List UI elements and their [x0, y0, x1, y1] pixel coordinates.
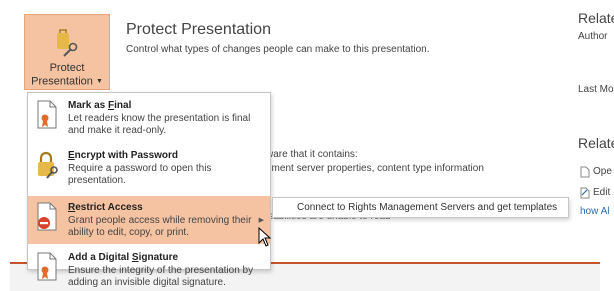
restrict-access-submenu: Connect to Rights Management Servers and…	[272, 197, 569, 218]
related-documents-heading: Relate	[578, 135, 614, 151]
mark-as-final-icon	[37, 100, 57, 129]
menu-item-title-post: ncrypt with Password	[74, 150, 179, 161]
menu-item-title-pre: Add a Digital	[68, 252, 132, 263]
protect-section-description: Control what types of changes people can…	[126, 44, 430, 55]
menu-item-title-pre: Mark as	[68, 100, 109, 111]
key-lock-icon	[57, 29, 78, 57]
inspect-text-line1: ware that it contains:	[266, 149, 358, 160]
menu-item-title-post: ignature	[138, 252, 179, 263]
protect-presentation-button[interactable]: Protect Presentation ▼	[24, 14, 110, 90]
menu-item-mark-as-final[interactable]: Mark as Final Let readers know the prese…	[28, 96, 270, 138]
dropdown-caret-icon: ▼	[95, 78, 103, 85]
show-all-properties-link[interactable]: how Al	[580, 206, 609, 217]
submenu-arrow-icon: ▶	[258, 217, 264, 224]
menu-item-restrict-access[interactable]: Restrict Access Grant people access whil…	[28, 196, 270, 244]
edit-links-label: Edit	[593, 187, 611, 198]
digital-signature-icon	[37, 252, 57, 281]
protect-button-label-line2: Presentation	[31, 75, 93, 88]
connect-rights-management-item[interactable]: Connect to Rights Management Servers and…	[297, 202, 557, 213]
restrict-access-icon	[37, 202, 57, 231]
protect-section-title: Protect Presentation	[126, 21, 271, 38]
mouse-cursor-icon	[258, 227, 272, 247]
edit-links-icon	[580, 187, 590, 199]
last-modified-label: Last Mo	[578, 84, 614, 95]
menu-item-title-post: inal	[114, 100, 132, 111]
protect-presentation-menu: Mark as Final Let readers know the prese…	[27, 92, 271, 288]
menu-item-title-key: S	[131, 252, 139, 263]
menu-item-title-key: E	[68, 150, 75, 161]
file-icon	[580, 166, 590, 178]
edit-links-link[interactable]: Edit	[580, 187, 614, 201]
menu-item-description: Grant people access while removing their…	[68, 215, 252, 238]
related-properties-heading: Relate	[578, 10, 614, 26]
menu-item-title-post: estrict Access	[75, 202, 143, 213]
menu-item-description: Let readers know the presentation is fin…	[68, 113, 251, 136]
open-file-location-label: Ope	[593, 166, 612, 177]
menu-item-description: Require a password to open this presenta…	[68, 163, 212, 186]
inspect-text-line2: ument server properties, content type in…	[266, 163, 484, 174]
menu-item-encrypt-with-password[interactable]: Encrypt with Password Require a password…	[28, 146, 270, 188]
author-label: Author	[578, 31, 608, 42]
menu-item-add-digital-signature[interactable]: Add a Digital Signature Ensure the integ…	[28, 248, 270, 288]
padlock-key-icon	[38, 151, 58, 179]
menu-item-description: Ensure the integrity of the presentation…	[68, 265, 254, 288]
protect-button-label-line1: Protect	[49, 62, 85, 74]
open-file-location-link[interactable]: Ope	[580, 166, 614, 180]
